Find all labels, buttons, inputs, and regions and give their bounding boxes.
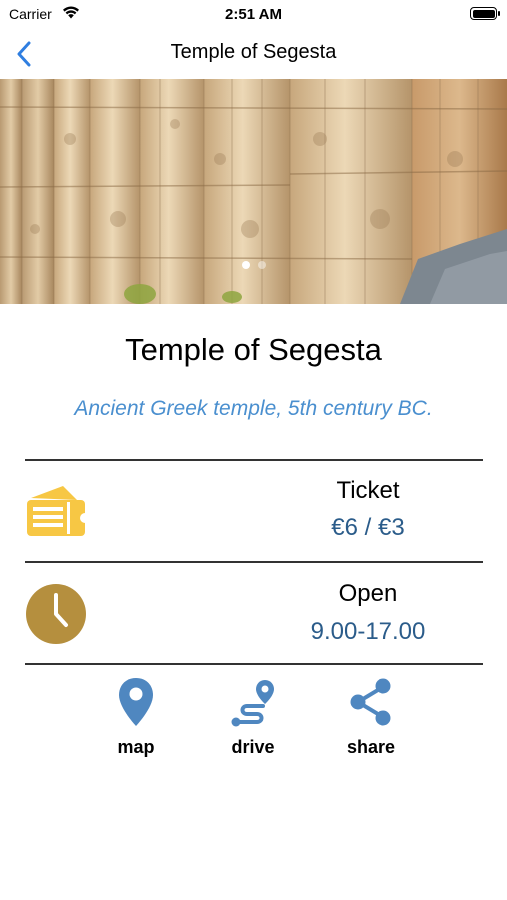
ticket-label: Ticket <box>336 477 400 504</box>
map-pin-icon <box>119 678 153 726</box>
drive-label: drive <box>231 737 275 757</box>
hours-value: 9.00-17.00 <box>310 618 426 645</box>
carousel-page-indicator[interactable] <box>0 261 507 271</box>
clock-icon <box>25 583 87 650</box>
ticket-row: Ticket €6 / €3 <box>25 461 483 561</box>
place-description: Ancient Greek temple, 5th century BC. <box>74 397 433 420</box>
drive-button[interactable]: drive <box>213 676 293 758</box>
action-bar: map drive share <box>0 676 507 766</box>
ticket-price: €6 / €3 <box>331 514 405 541</box>
divider <box>25 663 483 665</box>
status-bar: Carrier 2:51 AM <box>0 0 507 30</box>
page-dot[interactable] <box>257 261 266 269</box>
status-time: 2:51 AM <box>225 6 282 23</box>
detail-screen: Carrier 2:51 AM Temple of Segesta Temple… <box>0 0 507 900</box>
navigation-bar: Temple of Segesta <box>0 30 507 78</box>
hours-label: Open <box>338 580 398 607</box>
nav-title: Temple of Segesta <box>170 41 337 63</box>
page-dot-active[interactable] <box>241 261 250 269</box>
hours-row: Open 9.00-17.00 <box>25 563 483 663</box>
share-icon <box>350 678 391 726</box>
map-label: map <box>117 737 155 757</box>
share-button[interactable]: share <box>331 676 411 758</box>
route-icon <box>231 680 274 727</box>
place-title: Temple of Segesta <box>125 332 382 367</box>
share-label: share <box>346 737 396 757</box>
ticket-icon <box>25 480 90 547</box>
battery-icon <box>470 7 500 20</box>
map-button[interactable]: map <box>96 676 176 758</box>
